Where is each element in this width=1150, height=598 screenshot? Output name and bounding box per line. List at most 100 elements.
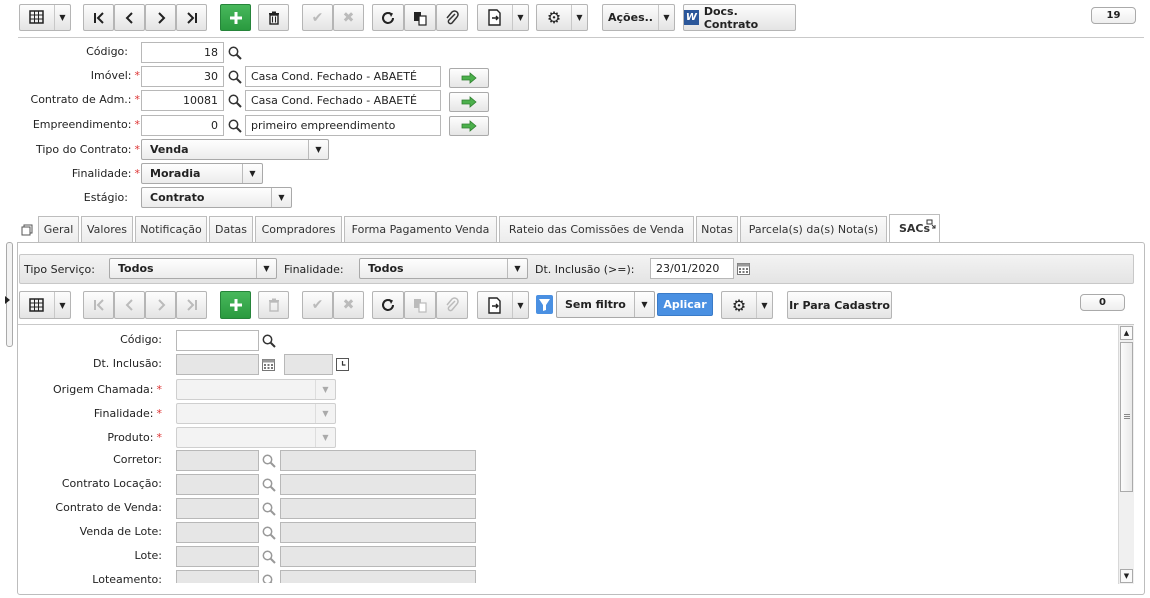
refresh-button[interactable]	[372, 4, 404, 31]
sac-loteamento-desc	[280, 570, 476, 583]
side-collapse-handle[interactable]	[6, 242, 13, 347]
search-icon[interactable]	[262, 334, 276, 348]
prev-record-button[interactable]	[114, 4, 145, 31]
filter-preset-select[interactable]: Sem filtro ▼	[556, 291, 655, 318]
actions-group	[372, 4, 468, 31]
filter-icon[interactable]	[536, 295, 553, 314]
sub-actions-group	[372, 291, 468, 319]
scroll-thumb[interactable]	[1120, 342, 1133, 492]
calendar-icon[interactable]	[262, 358, 275, 371]
chevron-right-icon	[157, 11, 165, 24]
sac-contrato-locacao-desc	[280, 474, 476, 495]
sac-form-area: Código: Dt. Inclusão: Origem Chamada: * ▼…	[18, 325, 1118, 583]
cancel-button[interactable]: ✖	[333, 4, 364, 31]
calendar-icon[interactable]	[737, 262, 750, 275]
add-button[interactable]	[220, 4, 251, 31]
sac-codigo-field[interactable]	[176, 330, 259, 351]
chevron-down-icon[interactable]: ▼	[512, 292, 528, 318]
trash-icon	[268, 298, 279, 312]
imovel-goto-button[interactable]	[449, 68, 489, 88]
finalidade-label-text: Finalidade:	[71, 167, 132, 180]
restore-window-icon[interactable]	[21, 224, 33, 236]
imovel-field[interactable]: 30	[141, 66, 224, 87]
chevron-down-icon[interactable]: ▼	[54, 5, 70, 30]
empreendimento-field[interactable]: 0	[141, 115, 224, 136]
copy-button[interactable]	[404, 4, 436, 31]
tab-notificacao[interactable]: Notificação	[135, 216, 207, 242]
tab-valores[interactable]: Valores	[81, 216, 133, 242]
vertical-scrollbar[interactable]: ▲ ▼	[1118, 325, 1134, 584]
tab-rateio-comissoes[interactable]: Rateio das Comissões de Venda	[499, 216, 694, 242]
first-record-button[interactable]	[83, 4, 114, 31]
scroll-down-icon[interactable]: ▼	[1120, 569, 1133, 583]
chevron-down-icon: ▼	[242, 164, 262, 183]
imovel-label: Imóvel: *	[0, 69, 140, 82]
codigo-field[interactable]: 18	[141, 42, 224, 63]
next-record-button[interactable]	[145, 4, 176, 31]
ir-para-cadastro-button[interactable]: Ir Para Cadastro	[787, 291, 892, 319]
confirm-button[interactable]: ✔	[302, 4, 333, 31]
scroll-up-icon[interactable]: ▲	[1120, 326, 1133, 340]
contrato-field[interactable]: 10081	[141, 90, 224, 111]
tipo-servico-label: Tipo Serviço:	[24, 263, 95, 276]
tab-geral[interactable]: Geral	[38, 216, 79, 242]
tipo-contrato-value: Venda	[150, 143, 189, 156]
contrato-goto-button[interactable]	[449, 92, 489, 112]
search-icon	[262, 454, 276, 468]
chevron-down-icon[interactable]: ▼	[512, 5, 528, 30]
tab-forma-pagamento[interactable]: Forma Pagamento Venda	[344, 216, 497, 242]
search-icon[interactable]	[228, 94, 242, 108]
chevron-down-icon[interactable]: ▼	[571, 5, 587, 30]
docs-contrato-button[interactable]: W Docs. Contrato	[683, 4, 796, 31]
dt-inclusao-filter-input[interactable]: 23/01/2020	[650, 258, 734, 279]
sub-prev-record-button[interactable]	[114, 291, 145, 319]
settings-button[interactable]: ⚙ ▼	[536, 4, 588, 31]
search-icon[interactable]	[228, 70, 242, 84]
empreendimento-description: primeiro empreendimento	[245, 115, 441, 136]
delete-button[interactable]	[258, 4, 289, 31]
estagio-select[interactable]: Contrato ▼	[141, 187, 292, 208]
tipo-servico-select[interactable]: Todos ▼	[109, 258, 277, 279]
empreendimento-goto-button[interactable]	[449, 116, 489, 136]
search-icon[interactable]	[228, 46, 242, 60]
tab-sacs[interactable]: SACs	[889, 214, 940, 242]
sub-last-record-button[interactable]	[176, 291, 207, 319]
apply-label: Aplicar	[663, 298, 707, 311]
acoes-menu-button[interactable]: Ações.. ▼	[602, 4, 675, 31]
tab-datas[interactable]: Datas	[209, 216, 253, 242]
grid-view-button[interactable]: ▼	[19, 4, 71, 31]
record-count: 19	[1106, 10, 1121, 21]
tab-compradores[interactable]: Compradores	[255, 216, 342, 242]
required-mark: *	[156, 431, 163, 444]
tab-parcelas[interactable]: Parcela(s) da(s) Nota(s)	[740, 216, 887, 242]
sub-settings-button[interactable]: ⚙ ▼	[721, 291, 773, 319]
last-record-button[interactable]	[176, 4, 207, 31]
sac-venda-lote-desc	[280, 522, 476, 543]
sub-cancel-button[interactable]: ✖	[333, 291, 364, 319]
apply-filter-button[interactable]: Aplicar	[657, 293, 713, 316]
sub-add-button[interactable]	[220, 291, 251, 319]
attach-button[interactable]	[436, 4, 468, 31]
clock-icon[interactable]	[336, 358, 349, 371]
paperclip-icon	[446, 297, 459, 312]
sub-attach-button[interactable]	[436, 291, 468, 319]
sub-delete-button[interactable]	[258, 291, 289, 319]
search-icon[interactable]	[228, 119, 242, 133]
last-icon	[186, 11, 197, 24]
sub-refresh-button[interactable]	[372, 291, 404, 319]
chevron-down-icon[interactable]: ▼	[756, 292, 772, 318]
export-button[interactable]: ▼	[477, 4, 529, 31]
finalidade-select[interactable]: Moradia ▼	[141, 163, 263, 184]
sub-next-record-button[interactable]	[145, 291, 176, 319]
filter-finalidade-select[interactable]: Todos ▼	[359, 258, 528, 279]
required-mark: *	[134, 93, 141, 106]
sub-export-button[interactable]: ▼	[477, 291, 529, 319]
sub-copy-button[interactable]	[404, 291, 436, 319]
tipo-contrato-select[interactable]: Venda ▼	[141, 139, 329, 160]
chevron-down-icon[interactable]: ▼	[54, 292, 70, 318]
sub-confirm-button[interactable]: ✔	[302, 291, 333, 319]
sub-grid-view-button[interactable]: ▼	[19, 291, 71, 319]
empreendimento-label-text: Empreendimento:	[32, 118, 132, 131]
sub-first-record-button[interactable]	[83, 291, 114, 319]
tab-notas[interactable]: Notas	[696, 216, 738, 242]
